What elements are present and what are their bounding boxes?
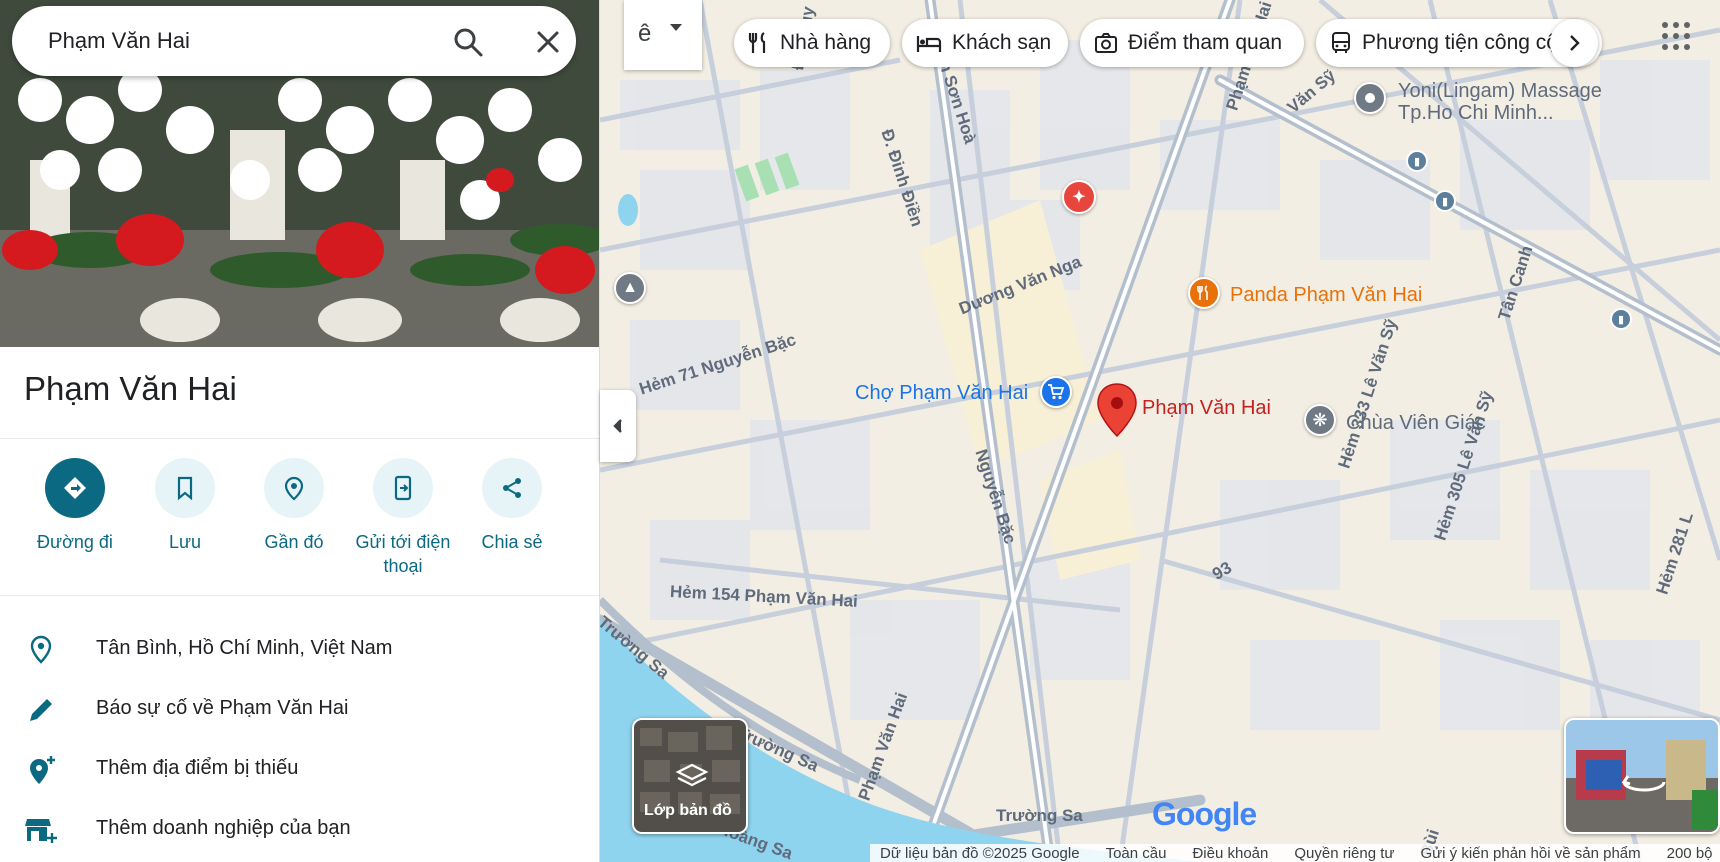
chips-scroll-right-button[interactable] [1550,19,1598,67]
footer-privacy-link[interactable]: Quyền riêng tư [1294,845,1394,862]
bus-stop-icon[interactable]: ▮ [1434,190,1456,212]
restaurant-label[interactable]: Panda Phạm Văn Hai [1230,284,1422,307]
map-data-credit: Dữ liệu bản đồ ©2025 Google [880,844,1080,862]
street-label: Trường Sa [996,806,1083,825]
collapse-panel-button[interactable] [600,390,636,462]
massage-label-line2[interactable]: Tp.Ho Chi Minh... [1398,102,1554,125]
chevron-right-icon [1570,35,1580,51]
temple-marker-icon[interactable]: ❋ [1304,404,1336,436]
footer-global-link[interactable]: Toàn cầu [1106,845,1167,862]
report-issue-row[interactable]: Báo sự cố về Phạm Văn Hai [0,680,599,736]
chip-hotels[interactable]: Khách sạn [902,19,1068,67]
save-label: Lưu [168,532,202,552]
send-to-phone-label: Gửi tới điện thoại [355,532,451,576]
chip-attractions-label: Điểm tham quan [1128,31,1283,54]
address-row[interactable]: Tân Bình, Hồ Chí Minh, Việt Nam [0,620,599,676]
fork-knife-icon [748,32,766,53]
layer-switcher-button[interactable]: Lớp bản đồ [632,718,748,834]
red-pin-icon[interactable] [1096,382,1138,443]
send-to-phone-icon [373,458,433,518]
divider [0,595,599,596]
map-toggle-glyph: ê [638,20,652,47]
directions-button[interactable]: Đường đi [20,458,130,554]
add-business-row[interactable]: Thêm doanh nghiệp của bạn [0,800,599,856]
shop-marker-icon[interactable]: ✦ [1062,180,1096,214]
scale-label[interactable]: 200 bộ [1667,845,1713,862]
address-text: Tân Bình, Hồ Chí Minh, Việt Nam [96,637,393,659]
nearby-icon [264,458,324,518]
add-location-icon [24,753,58,787]
directions-icon [45,458,105,518]
directions-label: Đường đi [37,532,113,552]
chip-hotels-label: Khách sạn [952,31,1052,54]
chevron-left-icon [613,419,622,433]
divider [0,438,599,439]
bus-stop-icon[interactable]: ▮ [1610,308,1632,330]
share-button[interactable]: Chia sẻ [457,458,567,554]
search-box[interactable] [12,6,576,76]
bus-icon [1332,32,1350,53]
google-logo: Google [1152,796,1257,832]
action-buttons: Đường đi Lưu Gần đó Gửi tới điện thoại C… [0,458,599,588]
footer-feedback-link[interactable]: Gửi ý kiến phản hồi về sản phẩm [1420,845,1640,862]
street-view-thumbnail-button[interactable] [1564,718,1720,834]
nearby-label: Gần đó [264,532,324,552]
search-input[interactable] [48,28,428,54]
market-marker-icon[interactable] [1040,376,1072,408]
add-business-text: Thêm doanh nghiệp của bạn [96,817,351,839]
add-missing-place-row[interactable]: Thêm địa điểm bị thiếu [0,740,599,796]
place-title: Phạm Văn Hai [24,370,237,407]
footer-terms-link[interactable]: Điều khoản [1192,845,1268,862]
place-panel: Phạm Văn Hai Đường đi Lưu Gần đó [0,0,600,862]
chip-attractions[interactable]: Điểm tham quan [1080,19,1304,67]
search-icon[interactable] [450,24,486,60]
street-view-preview [1566,720,1718,832]
place-marker-icon[interactable] [1354,82,1386,114]
save-button[interactable]: Lưu [130,458,240,554]
temple-label[interactable]: Chùa Viên Giác [1346,412,1486,435]
market-label[interactable]: Chợ Phạm Văn Hai [855,382,1028,405]
add-missing-place-text: Thêm địa điểm bị thiếu [96,757,299,779]
chip-transit-label: Phương tiện công cộng [1362,31,1582,54]
send-to-phone-button[interactable]: Gửi tới điện thoại [348,458,458,578]
map-toggle-control[interactable]: ê [624,0,702,70]
location-pin-icon [24,633,58,667]
pencil-icon [24,693,58,727]
bus-stop-icon[interactable]: ▮ [1406,150,1428,172]
nearby-button[interactable]: Gần đó [239,458,349,554]
bed-icon [916,36,942,52]
report-issue-text: Báo sự cố về Phạm Văn Hai [96,697,349,719]
add-business-icon [24,813,58,847]
share-label: Chia sẻ [481,532,543,552]
chip-restaurants-label: Nhà hàng [780,31,872,54]
chevron-down-icon[interactable] [670,24,682,31]
map-canvas[interactable]: Phạm Văn Hai Dương Văn Nga Hẻm 71 Nguyễn… [600,0,1720,862]
maps-app: Phạm Văn Hai Dương Văn Nga Hẻm 71 Nguyễn… [0,0,1720,862]
camera-icon [1095,33,1117,53]
layer-switcher-label: Lớp bản đồ [644,802,732,819]
close-icon[interactable] [530,24,566,60]
restaurant-marker-icon[interactable] [1188,277,1220,309]
map-footer: Dữ liệu bản đồ ©2025 Google Toàn cầu Điề… [870,844,1720,862]
chip-restaurants[interactable]: Nhà hàng [734,19,890,67]
bookmark-icon [155,458,215,518]
pin-label[interactable]: Phạm Văn Hai [1142,397,1271,420]
share-icon [482,458,542,518]
apps-grid-icon[interactable] [1660,20,1690,50]
map-base [600,0,1720,862]
school-marker-icon[interactable]: ▲ [614,272,646,304]
massage-label-line1[interactable]: Yoni(Lingam) Massage [1398,80,1602,103]
